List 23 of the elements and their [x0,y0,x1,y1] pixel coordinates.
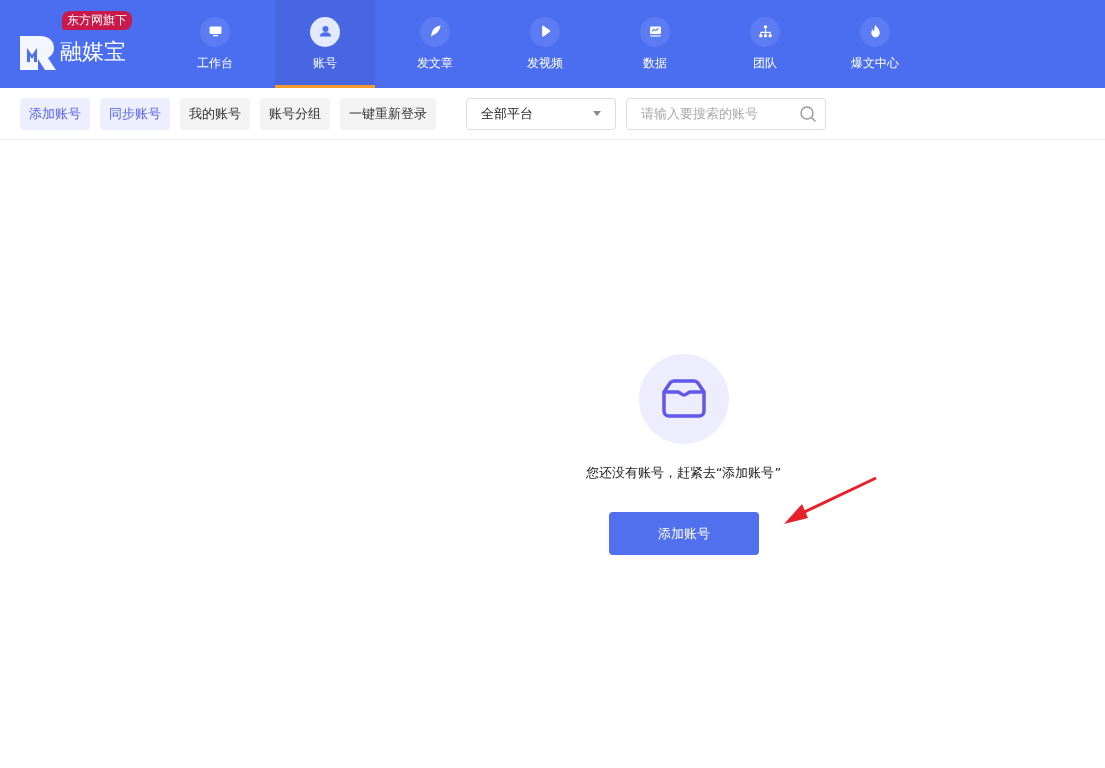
platform-select[interactable]: 全部平台 [466,97,616,130]
nav-tab[interactable]: 工作台 [165,0,265,88]
nav-tab[interactable]: 团队 [715,0,815,88]
nav-tab[interactable]: 爆文中心 [825,0,925,88]
toolbar-button[interactable]: 一键重新登录 [340,97,436,130]
brand-badge: 东方网旗下 [62,11,132,30]
inbox-icon [659,378,708,420]
toolbar-button[interactable]: 我的账号 [180,97,250,130]
add-account-button[interactable]: 添加账号 [608,512,759,555]
nav-tab[interactable]: 发文章 [385,0,485,88]
caret-icon [593,111,601,116]
empty-message: 您还没有账号，赶紧去“添加账号” [585,464,782,482]
nav-tab[interactable]: 发视频 [495,0,595,88]
toolbar-button[interactable]: 账号分组 [260,97,330,130]
brand-name: 融媒宝 [60,38,126,66]
hierarchy-icon [756,23,774,40]
search-icon [799,104,817,123]
nav-tab[interactable]: 数据 [605,0,705,88]
toolbar-button[interactable]: 同步账号 [100,97,170,130]
toolbar-button[interactable]: 添加账号 [20,97,90,130]
search-field[interactable]: 请输入要搜索的账号 [626,97,826,130]
logo-icon [18,34,58,70]
nav-tab[interactable]: 账号 [275,0,375,88]
